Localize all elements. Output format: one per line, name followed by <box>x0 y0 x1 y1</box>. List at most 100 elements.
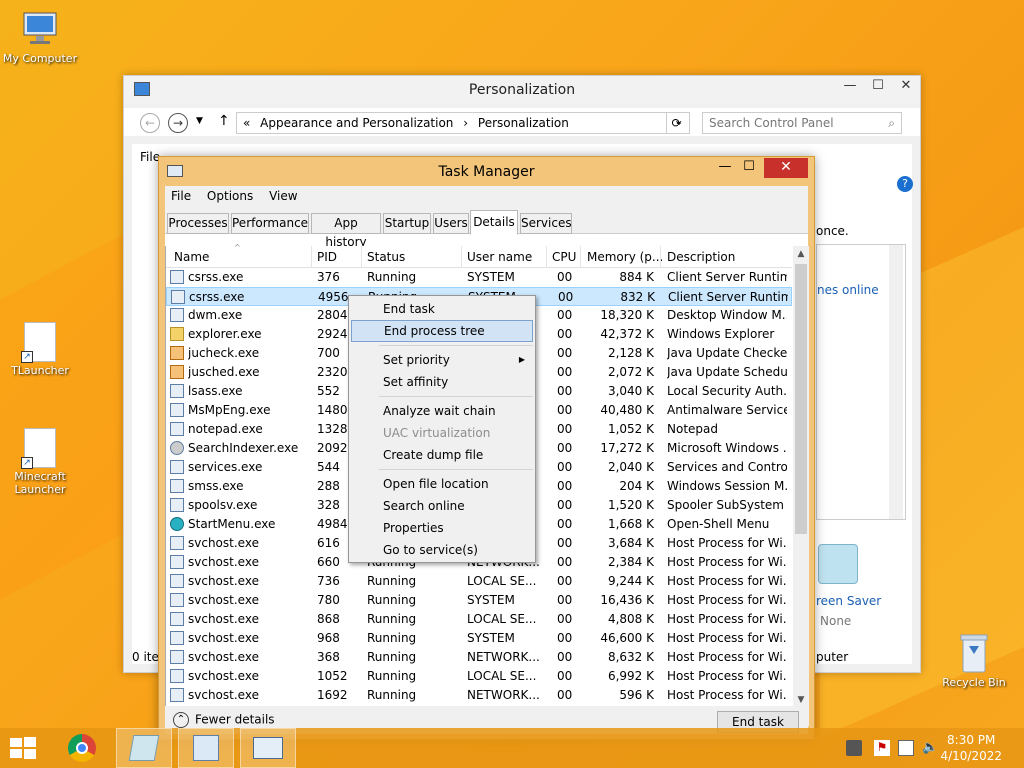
process-name: spoolsv.exe <box>188 498 258 512</box>
action-center-icon[interactable]: ⚑ <box>874 740 890 756</box>
close-button[interactable]: ✕ <box>764 158 808 178</box>
menu-options[interactable]: Options <box>201 186 259 206</box>
process-cpu: 00 <box>558 290 574 304</box>
table-row[interactable]: svchost.exe 780 Running SYSTEM 00 16,436 K Hos… <box>166 591 792 610</box>
refresh-button[interactable]: ⟳ <box>666 113 686 133</box>
menu-file[interactable]: File <box>165 186 197 206</box>
breadcrumb-item[interactable]: Appearance and Personalization <box>260 116 453 130</box>
taskbar-chrome[interactable] <box>56 728 112 768</box>
menu-item-set-affinity[interactable]: Set affinity <box>351 371 533 393</box>
menu-item-label: Properties <box>383 521 444 535</box>
menu-item-create-dump-file[interactable]: Create dump file <box>351 444 533 466</box>
menu-item-search-online[interactable]: Search online <box>351 495 533 517</box>
themes-online-link[interactable]: nes online <box>817 283 879 297</box>
desktop-icon-minecraft[interactable]: ↗ Minecraft Launcher <box>0 428 80 496</box>
tab-users[interactable]: Users <box>433 213 469 234</box>
tab-performance[interactable]: Performance <box>231 213 309 234</box>
desktop-icon-my-computer[interactable]: My Computer <box>0 10 80 65</box>
back-button[interactable]: ← <box>140 113 160 133</box>
menu-item-label: Search online <box>383 499 465 513</box>
desktop-icon-tlauncher[interactable]: ↗ TLauncher <box>0 322 80 377</box>
process-pid: 868 <box>317 612 340 626</box>
table-row[interactable]: svchost.exe 368 Running NETWORK... 00 8,632 K… <box>166 648 792 667</box>
breadcrumb-separator-icon: › <box>463 116 469 130</box>
column-header-user[interactable]: User name <box>467 250 532 264</box>
menu-item-label: Set affinity <box>383 375 449 389</box>
column-header-status[interactable]: Status <box>367 250 405 264</box>
process-name: csrss.exe <box>188 270 244 284</box>
table-row[interactable]: svchost.exe 1052 Running LOCAL SE... 00 6,992… <box>166 667 792 686</box>
tab-services[interactable]: Services <box>520 213 572 234</box>
minimize-button[interactable]: — <box>712 158 738 178</box>
desktop-icon-recycle-bin[interactable]: Recycle Bin <box>934 632 1014 689</box>
table-row[interactable]: csrss.exe 376 Running SYSTEM 00 884 K Client S… <box>166 268 792 287</box>
search-input[interactable]: Search Control Panel ⌕ <box>702 112 902 134</box>
process-pid: 968 <box>317 631 340 645</box>
network-icon[interactable] <box>898 740 914 756</box>
process-cpu: 00 <box>557 441 573 455</box>
process-description: Host Process for Wi... <box>667 574 787 588</box>
process-cpu: 00 <box>557 669 573 683</box>
column-header-description[interactable]: Description <box>667 250 735 264</box>
taskbar-task-manager[interactable] <box>240 728 296 768</box>
table-row[interactable]: svchost.exe 1692 Running NETWORK... 00 596 K H… <box>166 686 792 705</box>
minimize-button[interactable]: — <box>836 76 864 98</box>
table-row[interactable]: svchost.exe 736 Running LOCAL SE... 00 9,244 … <box>166 572 792 591</box>
menu-item-label: End task <box>383 302 435 316</box>
maximize-button[interactable]: ☐ <box>864 76 892 98</box>
process-memory: 42,372 K <box>600 327 654 341</box>
process-name: jusched.exe <box>188 365 260 379</box>
title-bar[interactable]: Task Manager — ☐ ✕ <box>159 157 814 185</box>
tab-details[interactable]: Details <box>470 210 518 235</box>
menu-view[interactable]: View <box>263 186 303 206</box>
forward-button[interactable]: → <box>168 113 188 133</box>
column-header-cpu[interactable]: CPU <box>552 250 576 264</box>
process-name: svchost.exe <box>188 669 259 683</box>
taskbar-control-panel[interactable] <box>178 728 234 768</box>
screen-saver-link[interactable]: reen Saver <box>816 594 881 608</box>
menu-item-set-priority[interactable]: Set priority ▶ <box>351 349 533 371</box>
process-name: dwm.exe <box>188 308 243 322</box>
recent-dropdown-icon[interactable]: ▼ <box>196 116 203 126</box>
clock[interactable]: 8:30 PM 4/10/2022 <box>940 732 1002 764</box>
help-icon[interactable]: ? <box>897 176 913 192</box>
taskbar-notepad[interactable] <box>116 728 172 768</box>
tab-processes[interactable]: Processes <box>167 213 229 234</box>
menu-item-analyze-wait-chain[interactable]: Analyze wait chain <box>351 400 533 422</box>
address-box[interactable]: « Appearance and Personalization › Perso… <box>236 112 690 134</box>
process-name: svchost.exe <box>188 688 259 702</box>
breadcrumb-item[interactable]: Personalization <box>478 116 569 130</box>
menu-item-open-file-location[interactable]: Open file location <box>351 473 533 495</box>
fewer-details-button[interactable]: ⌃ Fewer details <box>173 712 275 728</box>
title-bar: Personalization — ☐ ✕ <box>124 76 920 104</box>
control-panel-toolbar: File <box>132 138 912 164</box>
column-header-memory[interactable]: Memory (p... <box>587 250 663 264</box>
up-button[interactable]: ↑ <box>218 113 230 129</box>
column-header-name[interactable]: Name <box>174 250 209 264</box>
process-memory: 17,272 K <box>600 441 654 455</box>
scroll-up-icon[interactable]: ▲ <box>793 246 809 262</box>
process-description: Host Process for Wi... <box>667 631 787 645</box>
start-button[interactable] <box>8 736 38 760</box>
table-row[interactable]: svchost.exe 968 Running SYSTEM 00 46,600 K Hos… <box>166 629 792 648</box>
process-memory: 832 K <box>620 290 655 304</box>
tab-app-history[interactable]: App history <box>311 213 381 249</box>
menu-item-label: Go to service(s) <box>383 543 478 557</box>
menu-item-go-to-service-s[interactable]: Go to service(s) <box>351 539 533 561</box>
vertical-scrollbar[interactable]: ▲ ▼ <box>793 246 809 726</box>
screen-saver-icon[interactable] <box>818 544 858 584</box>
menu-item-end-task[interactable]: End task <box>351 298 533 320</box>
table-row[interactable]: svchost.exe 868 Running LOCAL SE... 00 4,808 … <box>166 610 792 629</box>
process-memory: 2,384 K <box>607 555 654 569</box>
themes-scrollbar[interactable] <box>889 245 903 519</box>
menu-item-properties[interactable]: Properties <box>351 517 533 539</box>
scrollbar-thumb[interactable] <box>795 264 807 534</box>
maximize-button[interactable]: ☐ <box>736 158 762 178</box>
volume-icon[interactable]: 🔈 <box>922 740 938 756</box>
show-desktop-icon[interactable] <box>846 740 862 756</box>
menu-item-end-process-tree[interactable]: End process tree <box>351 320 533 342</box>
close-button[interactable]: ✕ <box>892 76 920 98</box>
tab-startup[interactable]: Startup <box>383 213 431 234</box>
column-header-pid[interactable]: PID <box>317 250 337 264</box>
process-description: Notepad <box>667 422 718 436</box>
